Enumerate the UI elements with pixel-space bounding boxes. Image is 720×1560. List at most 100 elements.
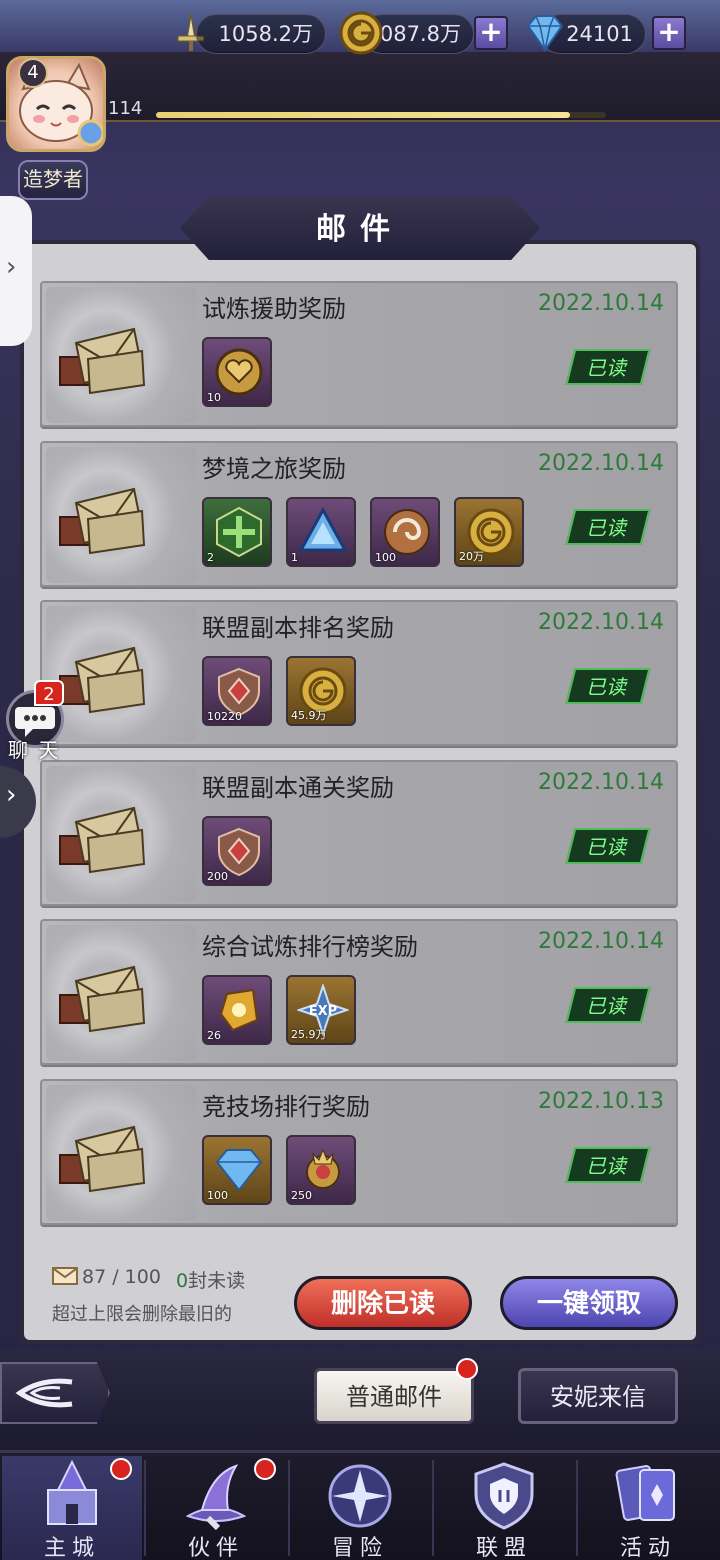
reward-item[interactable]: 26 xyxy=(202,975,272,1046)
mail-card[interactable]: 竞技场排行奖励 2022.10.13 已读 100 250 xyxy=(40,1079,678,1225)
reward-quantity: 1 xyxy=(291,550,298,564)
mail-title: 联盟副本通关奖励 xyxy=(202,773,394,802)
reward-item[interactable]: 10220 xyxy=(202,656,272,727)
mail-title: 联盟副本排名奖励 xyxy=(202,614,394,643)
reward-quantity: 10220 xyxy=(207,710,242,724)
nav-label: 冒险 xyxy=(331,1536,388,1560)
player-level-badge: 4 xyxy=(18,58,48,88)
reward-item[interactable]: 45.9万 xyxy=(286,656,356,727)
nav-label: 主城 xyxy=(43,1536,100,1560)
read-status-badge: 已读 xyxy=(565,1147,651,1183)
mail-card[interactable]: 试炼援助奖励 2022.10.14 已读 10 xyxy=(40,281,678,427)
mail-envelope-icon xyxy=(52,483,148,563)
reward-item[interactable]: 250 xyxy=(286,1135,356,1205)
reward-item[interactable]: 200 xyxy=(202,815,272,886)
compass-orb-icon xyxy=(322,1460,398,1532)
reward-quantity: 45.9万 xyxy=(291,709,327,723)
nav-divider xyxy=(432,1460,434,1556)
player-title-badge[interactable]: 造梦者 xyxy=(18,160,88,200)
mail-card[interactable]: 联盟副本通关奖励 2022.10.14 已读 200 xyxy=(40,759,678,906)
page-title: 邮件 xyxy=(316,212,404,247)
reward-item[interactable]: 2 xyxy=(202,496,272,567)
reward-item[interactable]: EXP 25.9万 xyxy=(286,975,356,1046)
nav-label: 联盟 xyxy=(475,1536,532,1560)
delete-read-button[interactable]: 删除已读 xyxy=(294,1276,472,1330)
reward-items: 10220 45.9万 xyxy=(202,656,356,727)
reward-quantity: 20万 xyxy=(459,549,484,563)
read-status-badge: 已读 xyxy=(565,349,651,385)
mail-card[interactable]: 综合试炼排行榜奖励 2022.10.14 已读 26 EXP 25.9万 xyxy=(40,919,678,1066)
mail-count: 87 / 100 xyxy=(52,1266,161,1288)
reward-quantity: 100 xyxy=(375,550,396,564)
chevron-right-icon: › xyxy=(6,780,17,810)
reward-quantity: 10 xyxy=(207,391,221,404)
nav-item[interactable]: 冒险 xyxy=(290,1456,430,1560)
read-status-badge: 已读 xyxy=(565,668,651,705)
reward-quantity: 200 xyxy=(207,869,228,883)
mail-date: 2022.10.14 xyxy=(538,929,664,955)
mail-count-value: 87 / 100 xyxy=(82,1266,161,1288)
nav-divider xyxy=(288,1460,290,1556)
reward-item[interactable]: 100 xyxy=(370,496,440,567)
reward-item[interactable]: 100 xyxy=(202,1135,272,1205)
power-value: 1058.2万 xyxy=(196,14,326,54)
add-diamond-button[interactable]: + xyxy=(652,16,686,50)
mail-envelope-icon xyxy=(52,323,148,403)
tab-normal-mail[interactable]: 普通邮件 xyxy=(314,1368,474,1424)
nav-item[interactable]: 主城 xyxy=(2,1456,142,1560)
tab-annie-letters[interactable]: 安妮来信 xyxy=(518,1368,678,1424)
nav-label: 活动 xyxy=(619,1536,676,1560)
nav-item[interactable]: 联盟 xyxy=(434,1456,574,1560)
mail-date: 2022.10.13 xyxy=(538,1089,664,1114)
castle-icon xyxy=(34,1459,110,1532)
reward-quantity: 2 xyxy=(207,550,214,564)
reward-items: 100 250 xyxy=(202,1135,356,1205)
mail-envelope-icon xyxy=(52,802,148,882)
nav-divider xyxy=(576,1460,578,1556)
claim-all-button[interactable]: 一键领取 xyxy=(500,1276,678,1330)
notification-dot xyxy=(254,1458,276,1480)
player-level-number: 114 xyxy=(108,98,143,119)
reward-quantity: 100 xyxy=(207,1189,228,1202)
cards-icon xyxy=(610,1460,686,1532)
nav-item[interactable]: 伙伴 xyxy=(146,1456,286,1560)
mail-date: 2022.10.14 xyxy=(538,450,664,476)
mail-envelope-icon xyxy=(52,1121,148,1201)
notification-dot xyxy=(110,1458,132,1480)
nav-item[interactable]: 活动 xyxy=(578,1456,718,1560)
mail-date: 2022.10.14 xyxy=(538,610,664,636)
reward-items: 200 xyxy=(202,815,272,886)
nav-divider xyxy=(144,1460,146,1556)
shield-icon xyxy=(466,1460,542,1532)
mail-title: 综合试炼排行榜奖励 xyxy=(202,933,418,962)
unread-count-value: 0 xyxy=(176,1270,189,1292)
back-button[interactable] xyxy=(0,1362,110,1424)
reward-item[interactable]: 20万 xyxy=(454,496,524,567)
reward-item[interactable]: 10 xyxy=(202,337,272,407)
read-status-badge: 已读 xyxy=(565,508,651,545)
reward-quantity: 25.9万 xyxy=(291,1028,327,1042)
mail-title: 梦境之旅奖励 xyxy=(202,454,346,483)
mail-date: 2022.10.14 xyxy=(538,769,664,795)
reward-item[interactable]: 1 xyxy=(286,496,356,567)
reward-quantity: 26 xyxy=(207,1029,221,1043)
read-status-badge: 已读 xyxy=(565,987,651,1024)
side-expand-button[interactable]: › xyxy=(0,196,32,346)
mail-limit-warning: 超过上限会删除最旧的 xyxy=(52,1304,232,1325)
xp-progress-fill xyxy=(156,112,570,118)
unread-suffix: 封未读 xyxy=(188,1270,246,1292)
diamond-icon xyxy=(522,10,568,56)
nav-label: 伙伴 xyxy=(187,1536,244,1560)
mail-card[interactable]: 联盟副本排名奖励 2022.10.14 已读 10220 45.9万 xyxy=(40,600,678,747)
mail-date: 2022.10.14 xyxy=(538,291,664,316)
mail-title: 试炼援助奖励 xyxy=(202,295,346,323)
reward-items: 2 1 100 20万 xyxy=(202,496,524,567)
witch-hat-icon xyxy=(178,1460,254,1532)
mail-card[interactable]: 梦境之旅奖励 2022.10.14 已读 2 1 100 20万 xyxy=(40,440,678,587)
back-arrow-icon xyxy=(15,1378,73,1408)
add-gold-button[interactable]: + xyxy=(474,16,508,50)
xp-progress-bar xyxy=(156,112,606,118)
mail-envelope-icon xyxy=(52,642,148,722)
chat-badge: 2 xyxy=(34,680,64,706)
gold-coin-icon xyxy=(338,10,384,56)
